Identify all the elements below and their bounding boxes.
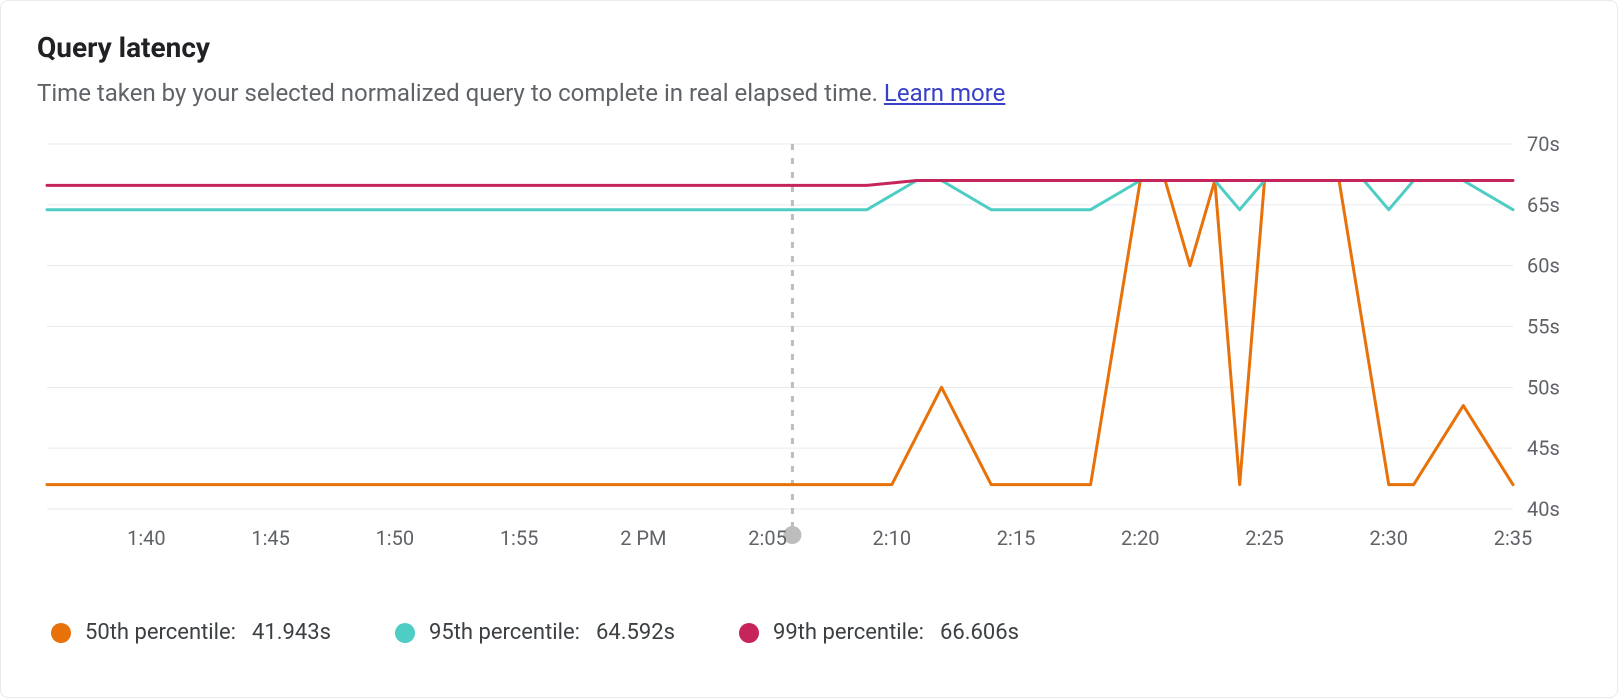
svg-text:55s: 55s	[1527, 315, 1560, 339]
query-latency-card: Query latency Time taken by your selecte…	[0, 0, 1618, 698]
svg-text:2:10: 2:10	[873, 526, 912, 550]
svg-text:2:25: 2:25	[1245, 526, 1284, 550]
svg-text:1:50: 1:50	[376, 526, 415, 550]
legend-value-p50: 41.943s	[252, 620, 331, 645]
svg-text:2:15: 2:15	[997, 526, 1036, 550]
svg-text:60s: 60s	[1527, 254, 1560, 278]
legend-item-p99[interactable]: 99th percentile: 66.606s	[739, 620, 1019, 645]
legend-value-p95: 64.592s	[596, 620, 675, 645]
legend-swatch-p95	[395, 623, 415, 643]
svg-text:1:55: 1:55	[500, 526, 539, 550]
svg-text:1:40: 1:40	[127, 526, 166, 550]
legend-label-p50: 50th percentile:	[85, 620, 236, 645]
legend-label-p95: 95th percentile:	[429, 620, 580, 645]
svg-text:65s: 65s	[1527, 193, 1560, 217]
svg-text:2:30: 2:30	[1369, 526, 1408, 550]
svg-text:70s: 70s	[1527, 134, 1560, 156]
svg-text:45s: 45s	[1527, 436, 1560, 460]
svg-text:1:45: 1:45	[251, 526, 290, 550]
legend-label-p99: 99th percentile:	[773, 620, 924, 645]
svg-text:2:35: 2:35	[1494, 526, 1533, 550]
svg-text:2 PM: 2 PM	[620, 526, 666, 550]
chart-container: 40s 45s 50s 55s 60s 65s 70s 1:40 1:45 1:50 1:55 2 P…	[37, 134, 1581, 614]
subtitle-text: Time taken by your selected normalized q…	[37, 79, 884, 107]
legend-swatch-p99	[739, 623, 759, 643]
latency-line-chart: 40s 45s 50s 55s 60s 65s 70s 1:40 1:45 1:50 1:55 2 P…	[37, 134, 1583, 564]
svg-text:2:05: 2:05	[748, 526, 787, 550]
svg-text:50s: 50s	[1527, 376, 1560, 400]
chart-title: Query latency	[37, 31, 1581, 65]
svg-text:40s: 40s	[1527, 497, 1560, 521]
legend-item-p95[interactable]: 95th percentile: 64.592s	[395, 620, 675, 645]
svg-text:2:20: 2:20	[1121, 526, 1160, 550]
chart-subtitle: Time taken by your selected normalized q…	[37, 77, 1581, 111]
legend-item-p50[interactable]: 50th percentile: 41.943s	[51, 620, 331, 645]
learn-more-link[interactable]: Learn more	[884, 79, 1005, 107]
chart-legend: 50th percentile: 41.943s 95th percentile…	[37, 620, 1581, 645]
legend-swatch-p50	[51, 623, 71, 643]
legend-value-p99: 66.606s	[940, 620, 1019, 645]
